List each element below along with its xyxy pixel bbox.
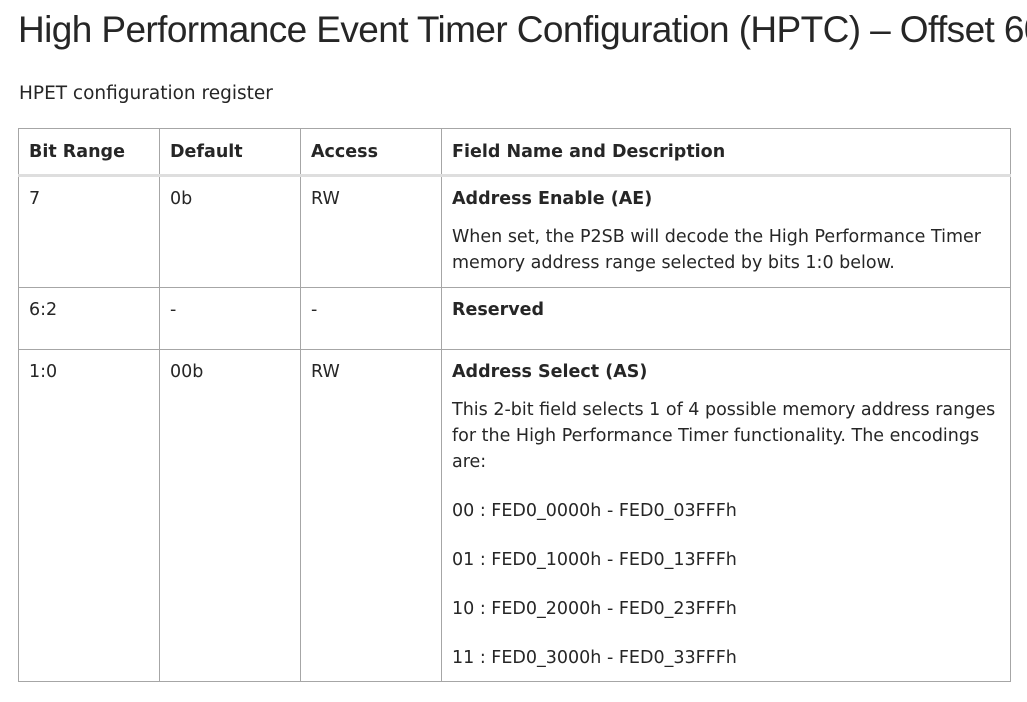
encoding-item: 11 : FED0_3000h - FED0_33FFFh bbox=[452, 648, 737, 668]
cell-access: RW bbox=[300, 175, 442, 288]
header-field-name-description: Field Name and Description bbox=[441, 128, 1011, 177]
register-table: Bit Range Default Access Field Name and … bbox=[18, 128, 1011, 682]
encoding-item: 01 : FED0_1000h - FED0_13FFFh bbox=[452, 550, 737, 570]
cell-field-description: Address Enable (AE) When set, the P2SB w… bbox=[441, 175, 1011, 288]
field-name: Reserved bbox=[452, 300, 545, 320]
field-name: Address Enable (AE) bbox=[452, 189, 653, 209]
table-row: 1:0 00b RW Address Select (AS) This 2-bi… bbox=[18, 349, 1011, 682]
header-row: Bit Range Default Access Field Name and … bbox=[18, 128, 1011, 177]
cell-access: - bbox=[300, 287, 442, 350]
table-header: Bit Range Default Access Field Name and … bbox=[18, 128, 1011, 177]
page-subtitle: HPET configuration register bbox=[19, 83, 273, 104]
table-row: 6:2 - - Reserved bbox=[18, 287, 1011, 350]
cell-bit-range: 1:0 bbox=[18, 349, 160, 682]
cell-bit-range: 7 bbox=[18, 175, 160, 288]
table-row: 7 0b RW Address Enable (AE) When set, th… bbox=[18, 175, 1011, 288]
cell-default: - bbox=[159, 287, 301, 350]
field-name: Address Select (AS) bbox=[452, 362, 648, 382]
encoding-item: 00 : FED0_0000h - FED0_03FFFh bbox=[452, 501, 737, 521]
cell-default: 00b bbox=[159, 349, 301, 682]
header-default: Default bbox=[159, 128, 301, 177]
field-description: This 2-bit field selects 1 of 4 possible… bbox=[452, 400, 996, 472]
header-access: Access bbox=[300, 128, 442, 177]
encoding-item: 10 : FED0_2000h - FED0_23FFFh bbox=[452, 599, 737, 619]
cell-field-description: Reserved bbox=[441, 287, 1011, 350]
page-title: High Performance Event Timer Configurati… bbox=[18, 9, 1027, 50]
cell-access: RW bbox=[300, 349, 442, 682]
header-bit-range: Bit Range bbox=[18, 128, 160, 177]
cell-field-description: Address Select (AS) This 2-bit field sel… bbox=[441, 349, 1011, 682]
cell-bit-range: 6:2 bbox=[18, 287, 160, 350]
cell-default: 0b bbox=[159, 175, 301, 288]
field-description: When set, the P2SB will decode the High … bbox=[452, 227, 981, 273]
